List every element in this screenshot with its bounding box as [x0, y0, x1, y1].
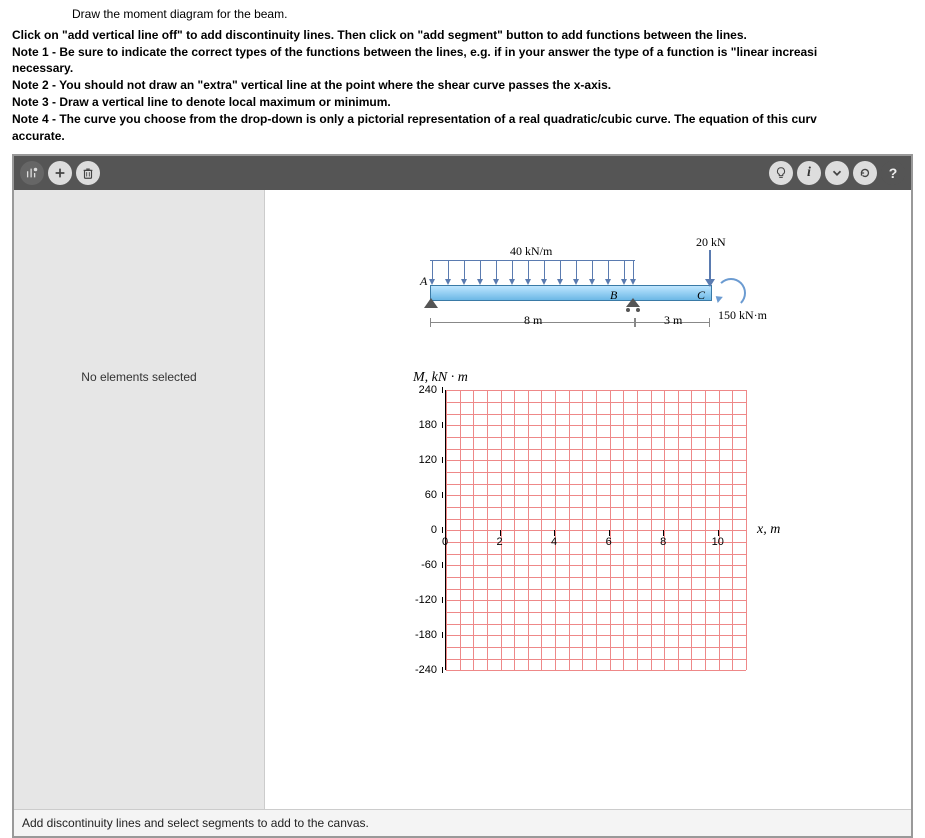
dist-load-label: 40 kN/m	[510, 244, 552, 259]
moment-diagram-plot[interactable]: M, kN · m x, m 240180120600-60-120-180-2…	[395, 370, 795, 690]
beam-bar	[430, 285, 712, 301]
selection-status: No elements selected	[81, 370, 196, 384]
point-load-label: 20 kN	[696, 235, 726, 250]
help-button[interactable]: ?	[881, 161, 905, 185]
hint-button[interactable]	[769, 161, 793, 185]
beam-figure: 40 kN/m A B C 20 kN 150 kN·m 8 m 3 m	[420, 230, 755, 340]
note-1: Note 1 - Be sure to indicate the correct…	[12, 45, 817, 59]
info-button[interactable]: i	[797, 161, 821, 185]
status-hint: Add discontinuity lines and select segme…	[22, 816, 369, 830]
side-panel: No elements selected	[14, 190, 265, 809]
ytick-label: 120	[407, 454, 437, 466]
click-on-line: Click on "add vertical line off" to add …	[12, 28, 747, 42]
xtick-label: 6	[606, 536, 612, 548]
note-2: Note 2 - You should not draw an "extra" …	[12, 78, 611, 92]
ytick-label: -60	[407, 559, 437, 571]
moment-label: 150 kN·m	[718, 308, 767, 323]
note-4: Note 4 - The curve you choose from the d…	[12, 112, 817, 126]
ytick-label: 240	[407, 384, 437, 396]
delete-button[interactable]	[76, 161, 100, 185]
xtick-label: 10	[712, 536, 724, 548]
ytick-label: 0	[407, 524, 437, 536]
dropdown-button[interactable]	[825, 161, 849, 185]
drawing-tool-frame: i ? No elements selected	[12, 154, 913, 838]
accurate: accurate.	[12, 129, 65, 143]
canvas-area[interactable]: 40 kN/m A B C 20 kN 150 kN·m 8 m 3 m	[265, 190, 911, 809]
ytick-label: -120	[407, 594, 437, 606]
point-a-label: A	[420, 274, 427, 289]
xtick-label: 8	[660, 536, 666, 548]
necessary: necessary.	[12, 61, 73, 75]
ytick-label: 60	[407, 489, 437, 501]
add-segment-button[interactable]	[48, 161, 72, 185]
intro-text: Draw the moment diagram for the beam.	[12, 6, 913, 27]
add-vertical-line-button[interactable]	[20, 161, 44, 185]
pin-support-a	[424, 298, 438, 308]
note-3: Note 3 - Draw a vertical line to denote …	[12, 95, 391, 109]
point-load-arrow	[709, 250, 711, 282]
reset-button[interactable]	[853, 161, 877, 185]
plot-area[interactable]	[445, 390, 746, 670]
ytick-label: 180	[407, 419, 437, 431]
roller-support-b	[626, 298, 640, 312]
distributed-load	[430, 260, 635, 285]
span2-label: 3 m	[664, 313, 682, 328]
applied-moment-icon	[716, 278, 746, 308]
point-c-label: C	[697, 288, 705, 303]
xtick-label: 0	[442, 536, 448, 548]
point-b-label: B	[610, 288, 617, 303]
toolbar: i ?	[14, 156, 911, 190]
workspace: No elements selected	[14, 190, 911, 809]
x-axis-title: x, m	[757, 522, 780, 538]
instructions-block: Draw the moment diagram for the beam. Cl…	[0, 0, 925, 146]
ytick-label: -180	[407, 629, 437, 641]
span1-label: 8 m	[524, 313, 542, 328]
status-bar: Add discontinuity lines and select segme…	[14, 809, 911, 836]
xtick-label: 2	[496, 536, 502, 548]
ytick-label: -240	[407, 664, 437, 676]
xtick-label: 4	[551, 536, 557, 548]
